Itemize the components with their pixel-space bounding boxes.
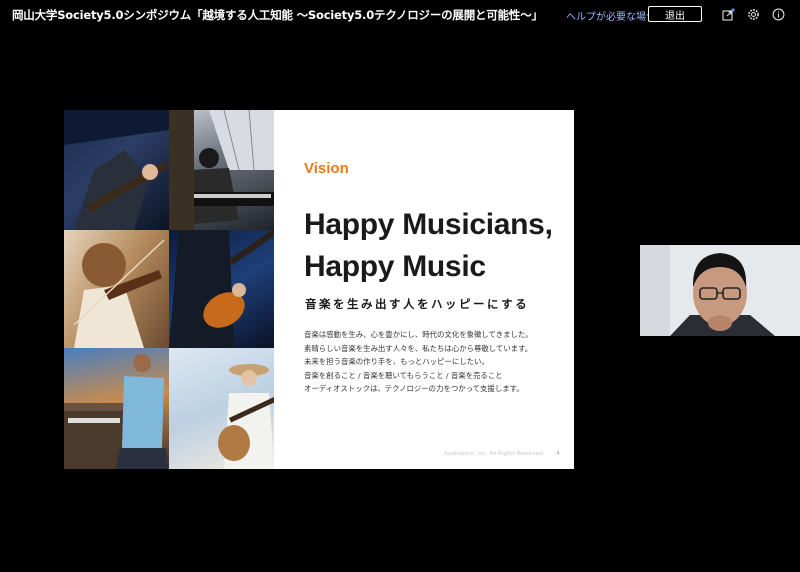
meeting-title: 岡山大学Society5.0シンポジウム「越境する人工知能 〜Society5.…: [12, 8, 543, 22]
body-line: 音楽を創ること / 音楽を聴いてもらうこと / 音楽を売ること: [304, 370, 503, 380]
photo-pianist: [64, 348, 169, 469]
slide-subhead: 音楽を生み出す人をハッピーにする: [305, 297, 530, 311]
help-link[interactable]: ヘルプが必要な場合: [566, 8, 656, 23]
top-bar: 岡山大学Society5.0シンポジウム「越境する人工知能 〜Society5.…: [0, 0, 800, 30]
participant-video-tile[interactable]: [640, 245, 800, 336]
body-line: 未来を担う音楽の作り手を、もっとハッピーにしたい。: [304, 357, 489, 366]
exit-button[interactable]: 退出: [648, 6, 702, 22]
gear-icon[interactable]: [747, 8, 760, 21]
slide-page-number: 4: [556, 450, 560, 457]
slide-headline: Happy Musicians, Happy Music: [304, 204, 574, 288]
shared-slide: Vision Happy Musicians, Happy Music 音楽を生…: [64, 110, 574, 469]
participant-video-feed: [640, 245, 800, 336]
headline-line-2: Happy Music: [304, 250, 486, 283]
photo-collage: [64, 110, 274, 469]
headline-line-1: Happy Musicians,: [304, 208, 553, 241]
slide-text-area: Vision Happy Musicians, Happy Music 音楽を生…: [304, 110, 574, 469]
body-line: オーディオストックは、テクノロジーの力をつかって支援します。: [304, 384, 524, 393]
share-screen-icon[interactable]: [722, 8, 735, 21]
body-line: 音楽は感動を生み、心を豊かにし、時代の文化を象徴してきました。: [304, 330, 533, 339]
info-icon[interactable]: [772, 8, 785, 21]
photo-electric-guitar: [169, 230, 274, 348]
photo-guitarist: [64, 110, 169, 230]
slide-copyright: Audiostock, Inc. All Rights Reserved.: [444, 451, 545, 457]
photo-violinist: [64, 230, 169, 348]
photo-acoustic-guitarist: [169, 348, 274, 469]
body-line: 素晴らしい音楽を生み出す人々を、私たちは心から尊敬しています。: [304, 343, 533, 353]
slide-kicker: Vision: [304, 160, 349, 177]
photo-keyboardist: [169, 110, 274, 230]
slide-body: 音楽は感動を生み、心を豊かにし、時代の文化を象徴してきました。 素晴らしい音楽を…: [304, 328, 574, 396]
